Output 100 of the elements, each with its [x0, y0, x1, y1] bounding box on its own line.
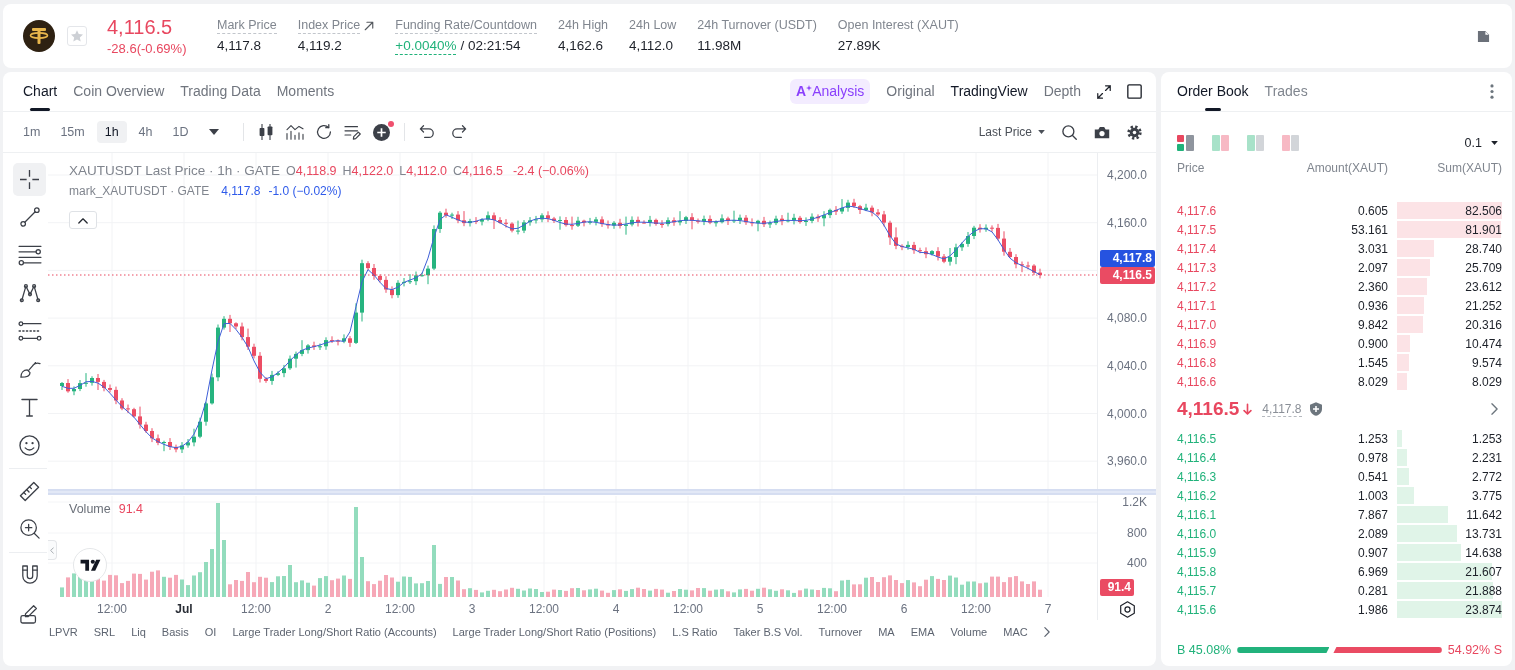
- interval-button[interactable]: 1D: [164, 121, 197, 143]
- ruler-tool-icon: [19, 480, 40, 502]
- indicator-tab[interactable]: Large Trader Long/Short Ratio (Positions): [452, 623, 657, 641]
- caret-icon[interactable]: [208, 129, 219, 135]
- chart-view-tab[interactable]: Depth: [1043, 72, 1081, 112]
- chart-tab[interactable]: Trading Data: [180, 72, 261, 112]
- order-amount: 2.097: [1356, 259, 1388, 277]
- indicator-tab[interactable]: Basis: [161, 623, 189, 641]
- ask-price[interactable]: 4,117.5: [1177, 220, 1289, 239]
- time-axis-label: 6: [900, 602, 908, 616]
- chevron-up-icon: [78, 216, 88, 224]
- ask-price[interactable]: 4,116.8: [1177, 353, 1289, 372]
- order-amount: 1.545: [1356, 354, 1388, 372]
- time-axis-label: 12:00: [385, 602, 415, 616]
- search-icon[interactable]: [1062, 124, 1077, 140]
- bid-price[interactable]: 4,115.8: [1177, 562, 1289, 581]
- time-axis-label: 12:00: [673, 602, 703, 616]
- ask-price[interactable]: 4,117.0: [1177, 315, 1289, 334]
- order-book-tab[interactable]: Trades: [1264, 71, 1308, 112]
- bid-price[interactable]: 4,116.4: [1177, 448, 1289, 467]
- bid-price[interactable]: 4,116.1: [1177, 505, 1289, 524]
- collapse-legend-button[interactable]: [69, 211, 97, 229]
- indicator-tab[interactable]: SRL: [93, 623, 116, 641]
- bid-price[interactable]: 4,115.9: [1177, 543, 1289, 562]
- settings-icon[interactable]: [1119, 601, 1136, 618]
- indicator-tab[interactable]: Liq: [131, 623, 146, 641]
- chart-tab[interactable]: Coin Overview: [73, 72, 165, 112]
- indicator-tab[interactable]: Volume: [950, 623, 988, 641]
- indicator-tab[interactable]: Large Trader Long/Short Ratio (Accounts): [232, 623, 437, 641]
- arrow-up-right-icon[interactable]: [364, 20, 375, 31]
- crosshair-tool-button[interactable]: [13, 162, 46, 196]
- settings-icon[interactable]: [1127, 124, 1142, 140]
- chevron-right-icon[interactable]: [1491, 403, 1498, 415]
- indicator-tab[interactable]: L.S Ratio: [672, 623, 718, 641]
- funding-rate[interactable]: +0.0040%: [395, 37, 457, 55]
- chart-view-tab[interactable]: Original: [886, 72, 935, 112]
- indicator-tab[interactable]: EMA: [910, 623, 935, 641]
- undo-icon[interactable]: [418, 125, 435, 139]
- ask-price[interactable]: 4,117.6: [1177, 201, 1289, 220]
- more-icon[interactable]: [1490, 84, 1494, 99]
- time-axis-label: 7: [1044, 602, 1052, 616]
- fullscreen-icon[interactable]: [1097, 84, 1111, 99]
- candlestick-icon[interactable]: [257, 124, 274, 140]
- ask-price[interactable]: 4,117.4: [1177, 239, 1289, 258]
- chart-view-tab[interactable]: TradingView: [950, 72, 1028, 112]
- ask-price[interactable]: 4,117.3: [1177, 258, 1289, 277]
- logo-icon[interactable]: [73, 548, 107, 582]
- chevron-right-icon[interactable]: [1043, 627, 1050, 637]
- indicator-tab[interactable]: Turnover: [818, 623, 863, 641]
- time-axis-label: 12:00: [961, 602, 991, 616]
- order-sum: 8.029: [1471, 373, 1502, 391]
- stat-label: Index Price: [297, 17, 361, 34]
- ai-analysis-tab[interactable]: A Analysis: [790, 79, 871, 104]
- ask-price[interactable]: 4,116.9: [1177, 334, 1289, 353]
- price-source-dropdown[interactable]: Last Price: [978, 123, 1045, 141]
- stat-label: 24h Turnover (USDT): [697, 17, 817, 34]
- add-indicator-icon[interactable]: [372, 123, 390, 141]
- interval-button[interactable]: 1m: [15, 121, 49, 143]
- interval-button[interactable]: 4h: [130, 121, 161, 143]
- redo-icon[interactable]: [450, 125, 467, 139]
- indicator-tab[interactable]: MA: [878, 623, 895, 641]
- bid-price[interactable]: 4,115.6: [1177, 600, 1289, 619]
- interval-button[interactable]: 1h: [96, 121, 127, 143]
- template-icon[interactable]: [343, 124, 361, 140]
- text-tool-icon: [21, 397, 38, 417]
- ask-price[interactable]: 4,117.2: [1177, 277, 1289, 296]
- book-layout-icon[interactable]: [1177, 135, 1194, 151]
- time-axis-label: 12:00: [97, 602, 127, 616]
- interval-button[interactable]: 15m: [52, 121, 93, 143]
- square-icon[interactable]: [1127, 84, 1142, 99]
- bid-price[interactable]: 4,116.2: [1177, 486, 1289, 505]
- chevron-left-icon: [50, 546, 54, 554]
- document-icon[interactable]: [1477, 29, 1490, 43]
- bid-price[interactable]: 4,116.5: [1177, 429, 1289, 448]
- order-sum: 13.731: [1465, 525, 1502, 543]
- indicator-chart-icon[interactable]: [285, 124, 304, 140]
- pane-resize-handle[interactable]: [48, 489, 1156, 495]
- indicator-tab[interactable]: Taker B.S Vol.: [733, 623, 803, 641]
- ask-price[interactable]: 4,116.6: [1177, 372, 1289, 391]
- indicator-tab[interactable]: OI: [204, 623, 217, 641]
- ask-price[interactable]: 4,117.1: [1177, 296, 1289, 315]
- replay-icon[interactable]: [315, 124, 332, 140]
- stat-label: Funding Rate/Countdown: [395, 17, 538, 34]
- chart-tab[interactable]: Chart: [23, 72, 58, 112]
- column-header: Price: [1177, 160, 1206, 177]
- pattern-tool-icon: [18, 283, 41, 303]
- mark-price[interactable]: 4,117.8: [1262, 401, 1302, 417]
- order-amount: 0.900: [1356, 335, 1388, 353]
- camera-icon[interactable]: [1094, 125, 1110, 139]
- indicator-tab[interactable]: MAC: [1003, 623, 1028, 641]
- indicator-tab[interactable]: LPVR: [49, 623, 78, 641]
- precision-dropdown[interactable]: 0.1: [1464, 133, 1498, 153]
- bid-price[interactable]: 4,115.7: [1177, 581, 1289, 600]
- chart-tab[interactable]: Moments: [276, 72, 335, 112]
- bid-price[interactable]: 4,116.0: [1177, 524, 1289, 543]
- order-book-tab[interactable]: Order Book: [1177, 71, 1249, 112]
- ohlc-value: O4,118.9: [286, 163, 337, 179]
- bid-price[interactable]: 4,116.3: [1177, 467, 1289, 486]
- mark-price-change: -1.0 (−0.02%): [268, 183, 342, 199]
- shield-plus-icon[interactable]: [1309, 402, 1322, 416]
